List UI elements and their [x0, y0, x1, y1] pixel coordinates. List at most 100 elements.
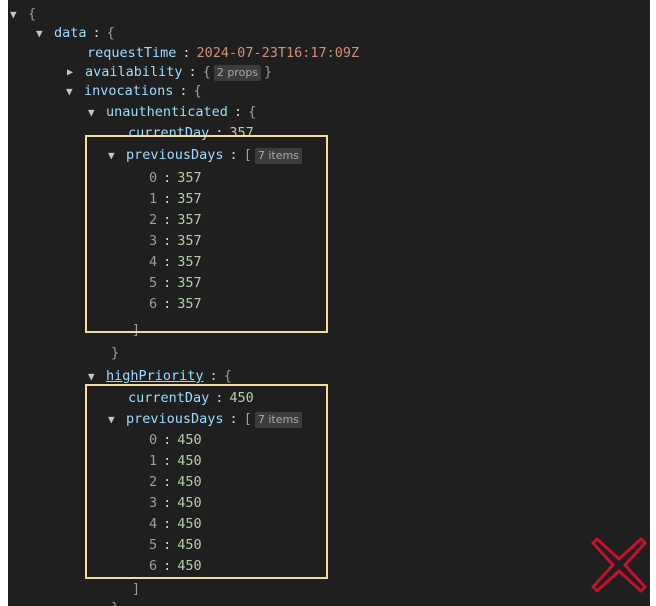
hp-current-day-row: currentDay : 450: [128, 389, 254, 408]
triangle-right-icon[interactable]: ▶: [67, 63, 85, 82]
triangle-down-icon[interactable]: ▼: [36, 24, 54, 43]
high-priority-row[interactable]: ▼ highPriority : {: [88, 367, 232, 386]
item-index: 2: [149, 212, 158, 228]
item-value: 450: [177, 558, 202, 574]
colon: :: [233, 104, 243, 120]
item-index: 6: [149, 558, 158, 574]
list-item: 3 : 450: [149, 494, 202, 513]
root-row[interactable]: ▼ {: [10, 5, 36, 24]
current-day-key: currentDay: [128, 390, 210, 406]
close-bracket: ]: [132, 322, 141, 338]
colon: :: [209, 368, 218, 384]
colon: :: [163, 558, 172, 574]
colon: :: [163, 296, 172, 312]
open-bracket: [: [243, 411, 252, 427]
colon: :: [163, 275, 172, 291]
triangle-down-icon[interactable]: ▼: [66, 82, 84, 101]
item-value: 450: [177, 516, 202, 532]
close-brace: }: [111, 599, 119, 606]
red-x-mark-icon: [591, 537, 647, 593]
json-viewer: ▼ { ▼ data : { requestTime : 2024-07-23T…: [8, 0, 650, 606]
close-brace-row: }: [111, 599, 119, 606]
hp-previous-days-row[interactable]: ▼ previousDays : [ 7 items: [108, 410, 305, 429]
invocations-row[interactable]: ▼ invocations : {: [66, 82, 202, 101]
colon: :: [215, 125, 224, 141]
data-row[interactable]: ▼ data : {: [36, 24, 115, 43]
availability-row[interactable]: ▶ availability : { 2 props }: [67, 63, 272, 82]
colon: :: [179, 83, 188, 99]
item-value: 357: [177, 254, 202, 270]
item-value: 357: [177, 296, 202, 312]
close-bracket-row: ]: [132, 321, 140, 340]
current-day-key: currentDay: [128, 125, 210, 141]
list-item: 2 : 357: [149, 211, 202, 230]
colon: :: [188, 64, 197, 80]
open-brace: {: [202, 64, 211, 80]
item-index: 4: [149, 516, 158, 532]
unauth-current-day-row: currentDay : 357: [128, 124, 254, 143]
colon: :: [163, 432, 172, 448]
item-index: 5: [149, 537, 158, 553]
close-brace: }: [111, 345, 120, 361]
open-brace: {: [193, 83, 202, 99]
item-value: 450: [177, 432, 202, 448]
colon: :: [163, 191, 172, 207]
item-index: 1: [149, 453, 158, 469]
previous-days-count-badge: 7 items: [254, 411, 302, 428]
previous-days-count-badge: 7 items: [254, 147, 302, 164]
item-index: 1: [149, 191, 158, 207]
unauth-previous-days-row[interactable]: ▼ previousDays : [ 7 items: [108, 146, 305, 165]
list-item: 3 : 357: [149, 232, 202, 251]
triangle-down-icon[interactable]: ▼: [10, 5, 28, 24]
item-index: 2: [149, 474, 158, 490]
invocations-key: invocations: [84, 83, 174, 99]
triangle-down-icon[interactable]: ▼: [88, 103, 106, 122]
colon: :: [163, 453, 172, 469]
item-value: 357: [177, 170, 202, 186]
close-bracket: ]: [132, 581, 141, 597]
list-item: 6 : 357: [149, 295, 202, 314]
colon: :: [163, 254, 172, 270]
unauthenticated-key: unauthenticated: [106, 104, 228, 120]
open-brace: {: [248, 104, 257, 120]
colon: :: [163, 474, 172, 490]
open-brace: {: [223, 368, 232, 384]
list-item: 5 : 357: [149, 274, 202, 293]
colon: :: [163, 495, 172, 511]
triangle-down-icon[interactable]: ▼: [108, 410, 126, 429]
previous-days-key: previousDays: [126, 411, 224, 427]
item-index: 0: [149, 170, 158, 186]
list-item: 4 : 357: [149, 253, 202, 272]
availability-key: availability: [85, 64, 183, 80]
item-value: 450: [177, 537, 202, 553]
item-value: 357: [177, 212, 202, 228]
colon: :: [163, 537, 172, 553]
unauthenticated-row[interactable]: ▼ unauthenticated : {: [88, 103, 256, 122]
data-key: data: [54, 25, 87, 41]
item-index: 3: [149, 495, 158, 511]
item-index: 3: [149, 233, 158, 249]
list-item: 6 : 450: [149, 557, 202, 576]
open-bracket: [: [243, 147, 252, 163]
triangle-down-icon[interactable]: ▼: [108, 146, 126, 165]
current-day-value: 450: [229, 390, 254, 406]
list-item: 1 : 450: [149, 452, 202, 471]
request-time-key: requestTime: [87, 45, 177, 61]
item-value: 450: [177, 474, 202, 490]
high-priority-key: highPriority: [106, 368, 204, 384]
close-brace: }: [264, 64, 273, 80]
list-item: 0 : 357: [149, 169, 202, 188]
current-day-value: 357: [229, 125, 254, 141]
colon: :: [163, 233, 172, 249]
item-value: 357: [177, 191, 202, 207]
item-index: 0: [149, 432, 158, 448]
availability-count-badge: 2 props: [213, 64, 262, 81]
item-value: 450: [177, 495, 202, 511]
item-index: 4: [149, 254, 158, 270]
colon: :: [163, 170, 172, 186]
colon: :: [229, 147, 238, 163]
open-brace: {: [106, 25, 115, 41]
root-open-brace: {: [28, 6, 37, 22]
previous-days-key: previousDays: [126, 147, 224, 163]
triangle-down-icon[interactable]: ▼: [88, 367, 106, 386]
